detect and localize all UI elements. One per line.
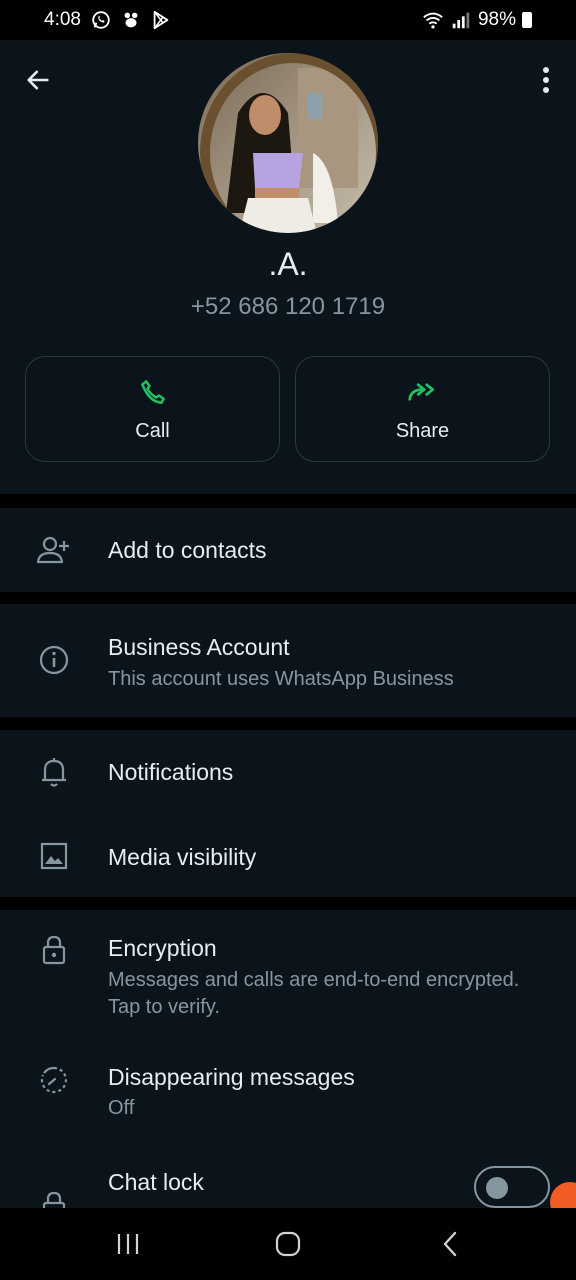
notifications-row[interactable]: Notifications (0, 730, 576, 814)
contact-phone: +52 686 120 1719 (190, 293, 386, 320)
disappearing-messages-row[interactable]: Disappearing messages Off (0, 1040, 576, 1150)
section-divider (0, 717, 576, 730)
signal-icon (452, 12, 470, 29)
more-vertical-icon (543, 67, 549, 93)
add-person-icon (36, 536, 69, 564)
wifi-icon (423, 12, 443, 29)
call-button[interactable]: Call (25, 356, 280, 462)
recent-apps-icon (117, 1234, 139, 1254)
bell-icon (42, 758, 66, 787)
media-visibility-row[interactable]: Media visibility (0, 814, 576, 897)
recent-apps-button[interactable] (106, 1226, 150, 1262)
battery-percent: 98% (477, 9, 516, 30)
lock-icon (42, 935, 66, 965)
business-account-row[interactable]: Business Account This account uses Whats… (0, 604, 576, 717)
contact-name: .A. (268, 246, 308, 282)
avatar[interactable] (198, 53, 378, 233)
add-to-contacts-row[interactable]: Add to contacts (0, 508, 576, 592)
share-forward-icon (407, 383, 434, 401)
timer-icon (40, 1066, 67, 1094)
section-divider (0, 494, 576, 508)
phone-icon (140, 380, 165, 404)
home-button[interactable] (266, 1226, 310, 1262)
disappearing-messages-title: Disappearing messages (108, 1064, 355, 1090)
section-divider (0, 897, 576, 910)
chat-lock-title: Chat lock (108, 1169, 204, 1195)
whatsapp-icon (92, 11, 110, 29)
profile-photo (198, 53, 378, 233)
status-time: 4:08 (44, 9, 81, 30)
nav-back-button[interactable] (428, 1226, 472, 1262)
encryption-title: Encryption (108, 935, 217, 961)
contact-info-screen: 4:08 98% .A. +52 686 120 1719 Call Share… (0, 0, 576, 1208)
encryption-row[interactable]: Encryption Messages and calls are end-to… (0, 910, 576, 1040)
play-store-icon (153, 10, 169, 30)
app-icon (124, 12, 138, 28)
back-icon (443, 1231, 457, 1257)
encryption-subtitle: Messages and calls are end-to-end encryp… (108, 969, 520, 1018)
battery-icon (522, 12, 532, 28)
business-account-title: Business Account (108, 634, 290, 660)
media-visibility-label: Media visibility (108, 844, 257, 870)
arrow-left-icon (27, 70, 49, 90)
home-icon (275, 1231, 301, 1257)
image-icon (40, 842, 68, 870)
chat-lock-toggle[interactable] (474, 1166, 550, 1208)
system-nav-bar (0, 1208, 576, 1280)
back-button[interactable] (18, 60, 58, 100)
call-label: Call (135, 420, 170, 442)
share-button[interactable]: Share (295, 356, 550, 462)
disappearing-messages-status: Off (108, 1097, 135, 1119)
add-to-contacts-label: Add to contacts (108, 537, 267, 563)
lock-icon (42, 1191, 66, 1208)
more-options-button[interactable] (530, 60, 562, 100)
notifications-label: Notifications (108, 759, 234, 785)
toggle-knob (486, 1177, 508, 1199)
business-account-subtitle: This account uses WhatsApp Business (108, 668, 454, 690)
info-icon (39, 645, 69, 675)
status-bar: 4:08 98% (0, 0, 576, 40)
share-label: Share (395, 420, 450, 442)
section-divider (0, 592, 576, 604)
